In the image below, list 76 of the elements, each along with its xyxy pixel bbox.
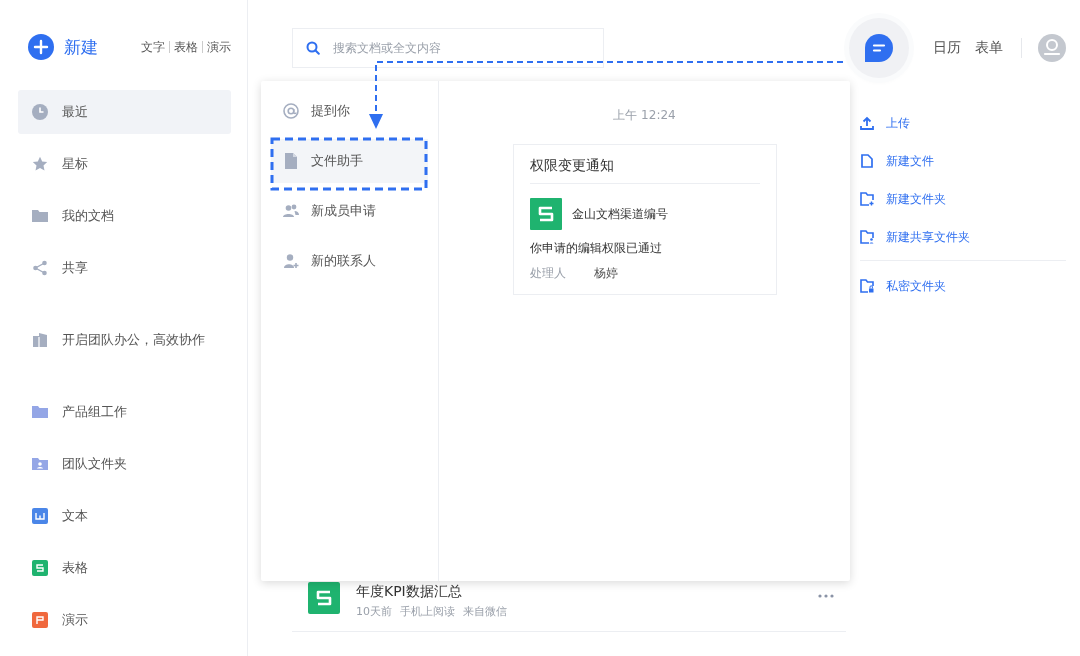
- notification-text: 你申请的编辑权限已通过: [529, 240, 663, 257]
- file-row[interactable]: 年度KPI数据汇总 10天前 手机上阅读 来自微信: [292, 582, 846, 632]
- category-label: 新成员申请: [311, 202, 376, 220]
- header-link[interactable]: 表单: [975, 39, 1003, 57]
- sidebar-item[interactable]: 表格: [18, 546, 231, 590]
- message-category[interactable]: 新的联系人: [271, 239, 428, 283]
- new-button[interactable]: 新建: [28, 34, 98, 60]
- sidebar-item[interactable]: 团队文件夹: [18, 442, 231, 486]
- sidebar-item-label: 星标: [62, 155, 88, 173]
- file-meta: 手机上阅读: [400, 604, 455, 619]
- document-name: 金山文档渠道编号: [571, 205, 668, 223]
- file-meta: 来自微信: [463, 604, 507, 619]
- clock-icon: [32, 104, 48, 120]
- sidebar-item[interactable]: 共享: [18, 246, 231, 290]
- sidebar-item[interactable]: 演示: [18, 598, 231, 642]
- shared-folder-icon: [860, 230, 874, 244]
- sidebar-item[interactable]: 文本: [18, 494, 231, 538]
- sidebar-item[interactable]: 最近: [18, 90, 231, 134]
- spreadsheet-icon: [529, 198, 562, 230]
- sidebar-item[interactable]: 开启团队办公，高效协作: [18, 318, 231, 362]
- avatar-icon[interactable]: [1038, 34, 1066, 62]
- header-link[interactable]: 日历: [933, 39, 961, 57]
- file-icon: [283, 153, 299, 169]
- search-field[interactable]: 搜索文档或全文内容: [292, 28, 604, 68]
- private-folder-icon: [860, 279, 874, 293]
- file-meta: 10天前: [356, 604, 392, 619]
- chat-bubble-icon: [864, 33, 894, 63]
- message-category[interactable]: 新成员申请: [271, 189, 428, 233]
- sidebar-item-label: 共享: [62, 259, 88, 277]
- more-icon[interactable]: [818, 594, 834, 598]
- folder-plus-icon: [860, 192, 874, 206]
- document-icon: [32, 508, 48, 524]
- file-title: 年度KPI数据汇总: [356, 583, 463, 601]
- at-icon: [283, 103, 299, 119]
- message-time: 上午 12:24: [613, 107, 676, 124]
- sidebar-item-label: 产品组工作: [62, 403, 127, 421]
- add-person-icon: [283, 253, 299, 269]
- folder-icon: [32, 208, 48, 224]
- sidebar-item-label: 开启团队办公，高效协作: [62, 331, 205, 349]
- sidebar-item-label: 团队文件夹: [62, 455, 127, 473]
- message-category[interactable]: 提到你: [271, 89, 428, 133]
- upload-icon: [860, 116, 874, 130]
- action-link[interactable]: 新建共享文件夹: [860, 218, 1066, 256]
- sidebar-item-label: 文本: [62, 507, 88, 525]
- share-icon: [32, 260, 48, 276]
- action-link[interactable]: 私密文件夹: [860, 267, 1066, 305]
- category-label: 文件助手: [311, 152, 363, 170]
- notification-card[interactable]: 权限变更通知 金山文档渠道编号 你申请的编辑权限已通过 处理人 杨婷: [512, 144, 777, 295]
- people-icon: [283, 203, 299, 219]
- quick-create-link[interactable]: 表格: [174, 38, 198, 56]
- quick-create-link[interactable]: 演示: [207, 38, 231, 56]
- action-link[interactable]: 新建文件: [860, 142, 1066, 180]
- spreadsheet-icon: [32, 560, 48, 576]
- action-link[interactable]: 新建文件夹: [860, 180, 1066, 218]
- file-icon: [860, 154, 874, 168]
- category-label: 新的联系人: [311, 252, 376, 270]
- plus-icon: [28, 34, 54, 60]
- category-label: 提到你: [311, 102, 350, 120]
- person-folder-icon: [32, 456, 48, 472]
- sidebar-item-label: 我的文档: [62, 207, 114, 225]
- folder-icon: [32, 404, 48, 420]
- building-icon: [32, 332, 48, 348]
- sidebar-item-label: 表格: [62, 559, 88, 577]
- star-icon: [32, 156, 48, 172]
- sidebar-item[interactable]: 星标: [18, 142, 231, 186]
- sidebar-item[interactable]: 我的文档: [18, 194, 231, 238]
- handler-label: 处理人: [529, 265, 566, 282]
- action-link[interactable]: 上传: [860, 104, 1066, 142]
- presentation-icon: [32, 612, 48, 628]
- card-title: 权限变更通知: [529, 157, 760, 184]
- sidebar-item-label: 最近: [62, 103, 88, 121]
- handler-name: 杨婷: [593, 265, 618, 282]
- sidebar-item-label: 演示: [62, 611, 88, 629]
- message-category[interactable]: 文件助手: [271, 139, 428, 183]
- quick-create-link[interactable]: 文字: [141, 38, 165, 56]
- sidebar-item[interactable]: 产品组工作: [18, 390, 231, 434]
